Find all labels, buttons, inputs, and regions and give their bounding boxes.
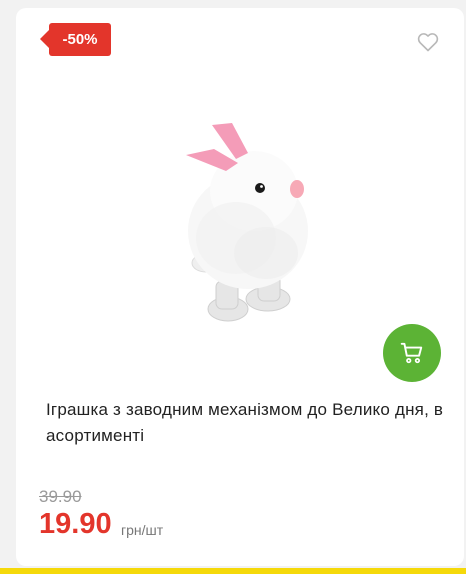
current-price: 19.90 [39, 508, 112, 540]
wishlist-button[interactable] [416, 30, 440, 54]
add-to-cart-button[interactable] [383, 324, 441, 382]
chick-body [188, 151, 308, 289]
chick-eye [255, 183, 265, 193]
product-image [186, 123, 308, 322]
bottom-strip [0, 568, 466, 574]
product-title[interactable]: Іграшка з заводним механізмом до Велико … [46, 397, 446, 449]
product-card[interactable]: -50% Іграшка з заводним механізмом до Ве… [16, 8, 464, 566]
old-price: 39.90 [39, 487, 82, 506]
discount-badge: -50% [40, 23, 111, 56]
price-unit: грн/шт [121, 522, 164, 538]
heart-outline-icon [417, 33, 439, 52]
chick-cheek [290, 180, 304, 198]
shopping-cart-icon [400, 342, 423, 364]
